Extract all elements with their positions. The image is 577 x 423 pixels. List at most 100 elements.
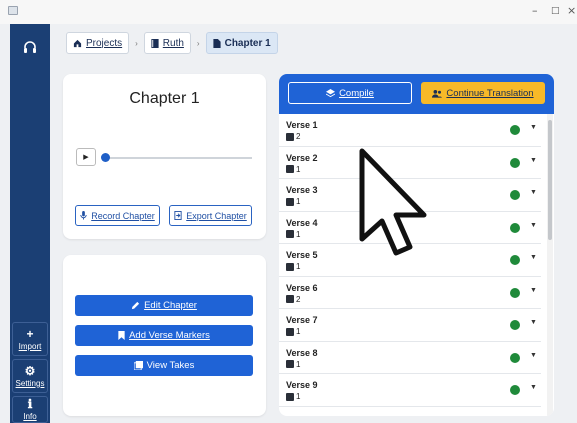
status-indicator xyxy=(510,255,520,265)
verse-row[interactable]: Verse 1 2 ▼ xyxy=(279,114,541,147)
breadcrumb-projects[interactable]: Projects xyxy=(66,32,130,54)
status-indicator xyxy=(510,157,520,168)
compile-label: Compile xyxy=(339,87,374,99)
status-indicator xyxy=(510,125,520,135)
take-count: 1 xyxy=(286,230,300,239)
layers-icon xyxy=(326,88,336,97)
gear-icon: ⚙ xyxy=(24,363,36,378)
app-icon xyxy=(8,6,18,15)
caret-down-icon[interactable]: ▼ xyxy=(530,384,537,391)
take-count-value: 1 xyxy=(296,229,301,239)
caret-down-icon[interactable]: ▼ xyxy=(530,352,537,359)
home-icon xyxy=(73,39,82,47)
playback-slider-thumb[interactable] xyxy=(101,153,110,162)
breadcrumb-projects-label: Projects xyxy=(86,37,123,49)
take-count: 1 xyxy=(286,392,300,401)
take-count: 1 xyxy=(286,262,300,271)
take-count-value: 1 xyxy=(296,359,301,369)
verse-list-scroll-thumb[interactable] xyxy=(548,120,552,240)
export-chapter-button[interactable]: Export Chapter xyxy=(169,205,252,226)
caret-down-icon[interactable]: ▼ xyxy=(530,124,537,131)
record-chapter-button[interactable]: Record Chapter xyxy=(75,205,160,226)
takes-icon xyxy=(286,165,294,173)
caret-down-icon[interactable]: ▼ xyxy=(530,254,537,261)
takes-icon xyxy=(286,262,294,271)
take-count-value: 1 xyxy=(296,327,301,336)
breadcrumb-separator: › xyxy=(135,38,138,48)
mouse-cursor xyxy=(359,148,427,256)
takes-icon xyxy=(286,360,294,368)
take-count-value: 1 xyxy=(296,262,301,271)
verse-row[interactable]: Verse 8 1 ▼ xyxy=(279,342,541,374)
take-count-value: 1 xyxy=(296,392,301,401)
view-takes-label: View Takes xyxy=(146,360,195,371)
takes-icon xyxy=(286,327,294,336)
pencil-icon xyxy=(131,301,140,310)
play-button[interactable]: ▶ xyxy=(76,148,96,166)
caret-down-icon[interactable]: ▼ xyxy=(530,157,537,164)
verse-label: Verse 5 xyxy=(286,250,318,260)
plus-icon: + xyxy=(26,326,34,341)
breadcrumb-chapter-label: Chapter 1 xyxy=(224,37,271,49)
info-label: Info xyxy=(23,412,37,421)
take-count: 1 xyxy=(286,327,300,336)
maximize-button[interactable]: □ xyxy=(551,6,560,16)
take-count-value: 1 xyxy=(296,197,301,206)
status-indicator xyxy=(510,320,520,330)
caret-down-icon[interactable]: ▼ xyxy=(530,189,537,196)
minimize-button[interactable]: – xyxy=(532,4,538,17)
breadcrumb-ruth-label: Ruth xyxy=(162,37,184,49)
export-icon xyxy=(174,211,182,220)
status-indicator xyxy=(510,222,520,233)
info-button[interactable]: ℹ Info xyxy=(12,396,48,423)
take-count: 2 xyxy=(286,132,300,141)
take-count-value: 2 xyxy=(296,294,301,304)
caret-down-icon[interactable]: ▼ xyxy=(530,222,537,229)
takes-icon xyxy=(286,295,294,303)
takes-icon xyxy=(286,392,294,401)
verse-row[interactable]: Verse 7 1 ▼ xyxy=(279,309,541,342)
view-takes-button[interactable]: View Takes xyxy=(75,355,253,376)
breadcrumb-chapter-1[interactable]: Chapter 1 xyxy=(205,32,278,54)
verse-label: Verse 9 xyxy=(286,380,318,390)
takes-icon xyxy=(133,361,143,370)
window-titlebar: – □ × xyxy=(0,0,577,24)
take-count: 2 xyxy=(286,295,300,304)
verse-label: Verse 2 xyxy=(286,152,318,163)
verse-label: Verse 6 xyxy=(286,282,318,293)
verse-label: Verse 1 xyxy=(286,120,318,130)
edit-chapter-button[interactable]: Edit Chapter xyxy=(75,295,253,316)
settings-button[interactable]: ⚙ Settings xyxy=(12,359,48,393)
info-icon: ℹ xyxy=(27,397,33,411)
verse-row[interactable]: Verse 6 2 ▼ xyxy=(279,277,541,309)
edit-chapter-label: Edit Chapter xyxy=(144,300,197,311)
caret-down-icon[interactable]: ▼ xyxy=(530,287,537,294)
caret-down-icon[interactable]: ▼ xyxy=(530,319,537,326)
breadcrumb-ruth[interactable]: Ruth xyxy=(143,32,191,54)
verse-label: Verse 7 xyxy=(286,315,318,325)
continue-translation-label: Continue Translation xyxy=(446,87,534,99)
continue-translation-button[interactable]: Continue Translation xyxy=(421,82,545,104)
headphones-icon xyxy=(10,32,50,62)
microphone-icon xyxy=(80,211,87,220)
bookmark-icon xyxy=(118,331,125,340)
status-indicator xyxy=(510,190,520,200)
sidebar: + Import ⚙ Settings ℹ Info xyxy=(10,24,50,423)
verse-row[interactable]: Verse 9 1 ▼ xyxy=(279,374,541,407)
playback-slider[interactable] xyxy=(104,157,252,159)
compile-button[interactable]: Compile xyxy=(288,82,412,104)
record-chapter-label: Record Chapter xyxy=(91,210,155,221)
import-button[interactable]: + Import xyxy=(12,322,48,356)
play-icon: ▶ xyxy=(83,154,89,161)
close-button[interactable]: × xyxy=(567,4,576,17)
take-count-value: 1 xyxy=(296,164,301,174)
take-count: 1 xyxy=(286,197,300,206)
document-icon xyxy=(212,38,221,48)
status-indicator xyxy=(510,287,520,298)
verse-label: Verse 8 xyxy=(286,347,318,358)
users-icon xyxy=(432,89,443,98)
verse-label: Verse 4 xyxy=(286,217,318,228)
add-verse-markers-button[interactable]: Add Verse Markers xyxy=(75,325,253,346)
takes-icon xyxy=(286,230,294,238)
settings-label: Settings xyxy=(15,378,45,388)
